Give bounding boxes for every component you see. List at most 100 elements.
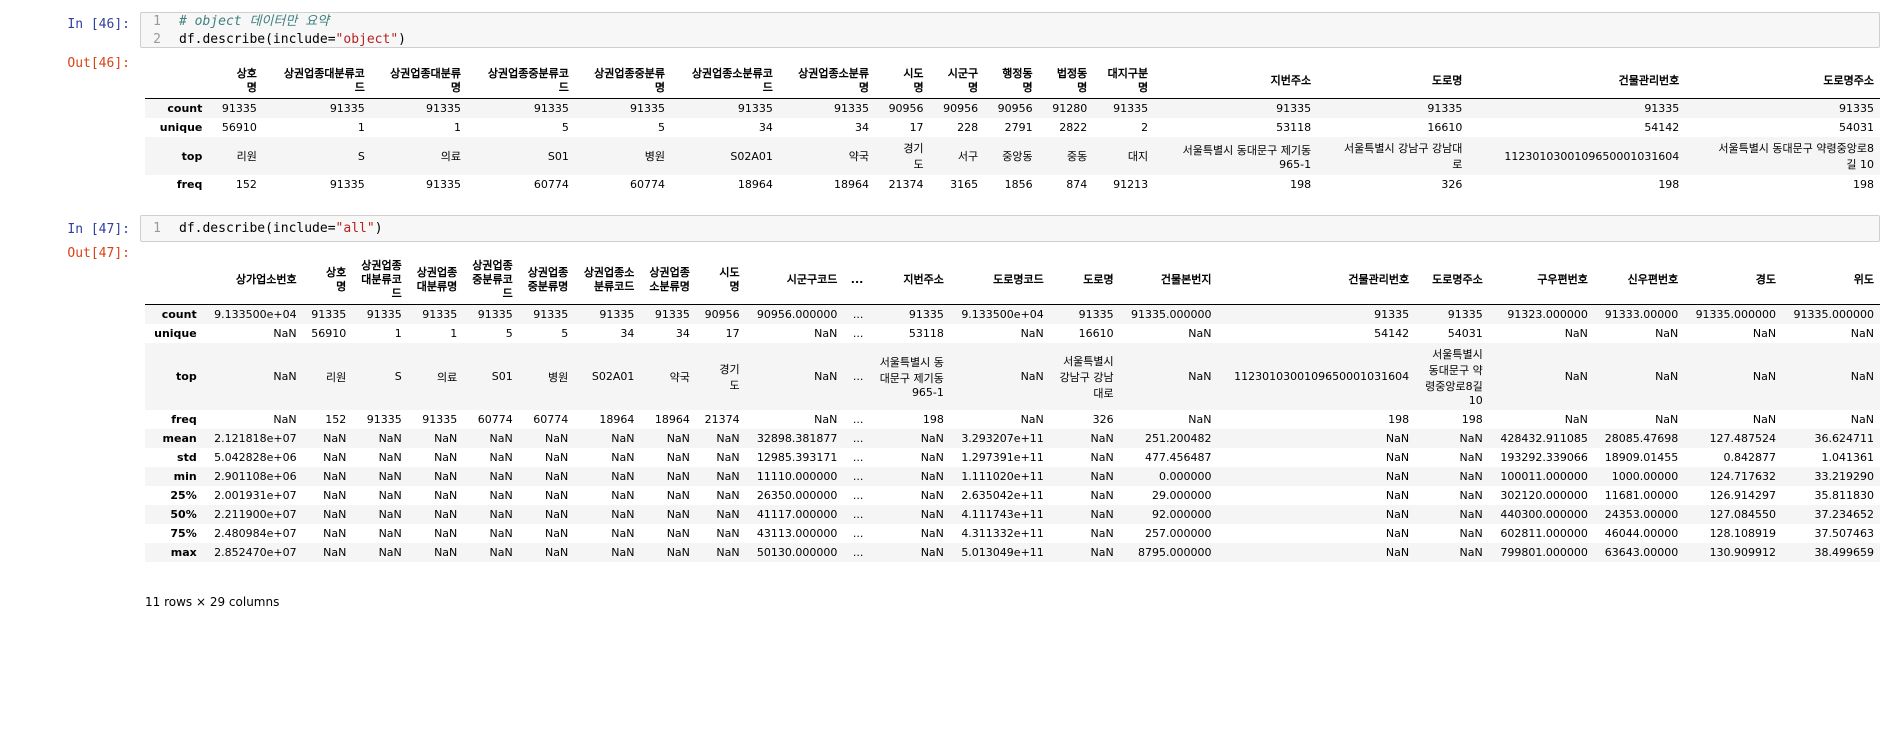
column-header: 건물관리번호 bbox=[1468, 64, 1686, 99]
table-cell: NaN bbox=[378, 470, 402, 483]
table-cell: NaN bbox=[666, 527, 690, 540]
table-cell: ... bbox=[852, 327, 864, 340]
table-cell: NaN bbox=[273, 370, 297, 383]
table-cell: 38.499659 bbox=[1814, 546, 1875, 559]
table-cell: NaN bbox=[716, 546, 740, 559]
code-text[interactable]: # object 데이터만 요약 bbox=[171, 13, 329, 31]
table-cell: S bbox=[357, 149, 365, 163]
table-cell: NaN bbox=[1564, 370, 1588, 383]
table-cell: 53118 bbox=[908, 327, 944, 340]
table-cell: 50130.000000 bbox=[756, 546, 838, 559]
table-cell: NaN bbox=[716, 451, 740, 464]
table-cell: 34 bbox=[675, 327, 690, 340]
table-cell: NaN bbox=[1385, 508, 1410, 521]
table-cell: 12985.393171 bbox=[756, 451, 838, 464]
dataframe-shape-footer: 11 rows × 29 columns bbox=[145, 595, 280, 609]
code-editor-47[interactable]: 1 df.describe(include="all") bbox=[140, 215, 1880, 242]
code-line[interactable]: 1 # object 데이터만 요약 bbox=[141, 13, 1879, 31]
table-cell: ... bbox=[852, 527, 864, 540]
table-cell: 28085.47698 bbox=[1604, 432, 1679, 445]
table-cell: NaN bbox=[1090, 451, 1114, 464]
table-cell: 54142 bbox=[1644, 121, 1680, 134]
table-cell: 440300.000000 bbox=[1500, 508, 1588, 521]
table-cell: 서울특별시 동 대문구 제기동 965-1 bbox=[879, 356, 944, 399]
column-header: 도로명주소 bbox=[1685, 64, 1880, 99]
column-header: 경도 bbox=[1684, 256, 1783, 305]
table-cell: NaN bbox=[1850, 370, 1874, 383]
table-cell: 1.297391e+11 bbox=[961, 451, 1044, 464]
table-cell: 91335.000000 bbox=[1130, 308, 1212, 321]
table-cell: 198 bbox=[922, 413, 944, 426]
table-cell: 18964 bbox=[834, 178, 870, 191]
table-row: count 9.133500e+04 91335 91335 91335 91335 913… bbox=[145, 304, 1880, 324]
code-line[interactable]: 1 df.describe(include="all") bbox=[141, 220, 1879, 238]
table-cell: 29.000000 bbox=[1151, 489, 1212, 502]
table-cell: NaN bbox=[814, 327, 838, 340]
table-cell: NaN bbox=[716, 489, 740, 502]
table-cell: NaN bbox=[434, 489, 458, 502]
table-cell: 91335 bbox=[477, 308, 513, 321]
table-cell: 5.013049e+11 bbox=[961, 546, 1044, 559]
table-cell: 2822 bbox=[1059, 121, 1088, 134]
code-editor-46[interactable]: 1 # object 데이터만 요약 2 df.describe(include="o… bbox=[140, 12, 1880, 48]
table-cell: 2791 bbox=[1004, 121, 1033, 134]
table-cell: 91335 bbox=[737, 102, 773, 115]
table-cell: NaN bbox=[1090, 432, 1114, 445]
table-cell: 18909.01455 bbox=[1604, 451, 1679, 464]
output-prompt-47: Out[47]: bbox=[67, 246, 130, 261]
table-cell: NaN bbox=[716, 508, 740, 521]
table-cell: NaN bbox=[666, 489, 690, 502]
table-cell: NaN bbox=[611, 470, 635, 483]
table-row: unique NaN 56910 1 1 5 5 34 34 17 NaN... 53118 NaN 16… bbox=[145, 324, 1880, 343]
table-cell: 11681.00000 bbox=[1604, 489, 1679, 502]
table-cell: 33.219290 bbox=[1814, 470, 1875, 483]
code-text[interactable]: df.describe(include="all") bbox=[171, 220, 383, 238]
table-cell: 5 bbox=[561, 121, 569, 134]
table-cell: NaN bbox=[273, 327, 297, 340]
table-cell: NaN bbox=[1385, 432, 1410, 445]
table-cell: NaN bbox=[1020, 413, 1044, 426]
column-header: 상권업종 중분류코 드 bbox=[463, 256, 519, 305]
table-cell: S01 bbox=[491, 370, 513, 383]
code-token: df.describe(include= bbox=[179, 221, 336, 236]
table-cell: NaN bbox=[1090, 546, 1114, 559]
table-cell: 34 bbox=[620, 327, 635, 340]
table-cell: 1 bbox=[453, 121, 461, 134]
table-cell: NaN bbox=[1850, 327, 1874, 340]
table-cell: 9.133500e+04 bbox=[214, 308, 297, 321]
table-cell: 2.480984e+07 bbox=[214, 527, 297, 540]
table-cell: S02A01 bbox=[591, 370, 635, 383]
table-cell: 1123010300109650001031604 bbox=[1504, 149, 1680, 163]
table-cell: ... bbox=[852, 508, 864, 521]
table-cell: 326 bbox=[1092, 413, 1114, 426]
column-header: 상권업종중분류 명 bbox=[574, 64, 671, 99]
table-cell: 중앙동 bbox=[1002, 150, 1033, 163]
code-text[interactable]: df.describe(include="object") bbox=[171, 31, 406, 49]
table-cell: 90956 bbox=[943, 102, 979, 115]
code-token: ) bbox=[374, 221, 383, 236]
table-cell: 91335 bbox=[908, 308, 944, 321]
table-cell: NaN bbox=[273, 413, 297, 426]
table-cell: 193292.339066 bbox=[1500, 451, 1588, 464]
table-cell: 서울특별시 동대문구 제기동 965-1 bbox=[1182, 143, 1312, 171]
code-token: ) bbox=[398, 32, 406, 47]
table-cell: 91335 bbox=[221, 102, 257, 115]
code-string: "all" bbox=[335, 221, 375, 236]
table-cell: NaN bbox=[1090, 489, 1114, 502]
table-cell: NaN bbox=[1459, 508, 1483, 521]
table-cell: 63643.00000 bbox=[1604, 546, 1679, 559]
code-line[interactable]: 2 df.describe(include="object") bbox=[141, 31, 1879, 49]
table-cell: 34 bbox=[855, 121, 870, 134]
table-cell: NaN bbox=[323, 432, 347, 445]
table-cell: 병원 bbox=[644, 150, 665, 163]
table-cell: NaN bbox=[434, 527, 458, 540]
table-cell: NaN bbox=[611, 508, 635, 521]
table-cell: 799801.000000 bbox=[1500, 546, 1588, 559]
table-cell: 1 bbox=[450, 327, 458, 340]
table-cell: 약국 bbox=[848, 150, 870, 163]
table-cell: 서구 bbox=[957, 150, 979, 163]
table-cell: NaN bbox=[1850, 413, 1874, 426]
table-cell: 1 bbox=[357, 121, 365, 134]
table-cell: 2.001931e+07 bbox=[214, 489, 297, 502]
table-cell: 91335 bbox=[425, 178, 461, 191]
